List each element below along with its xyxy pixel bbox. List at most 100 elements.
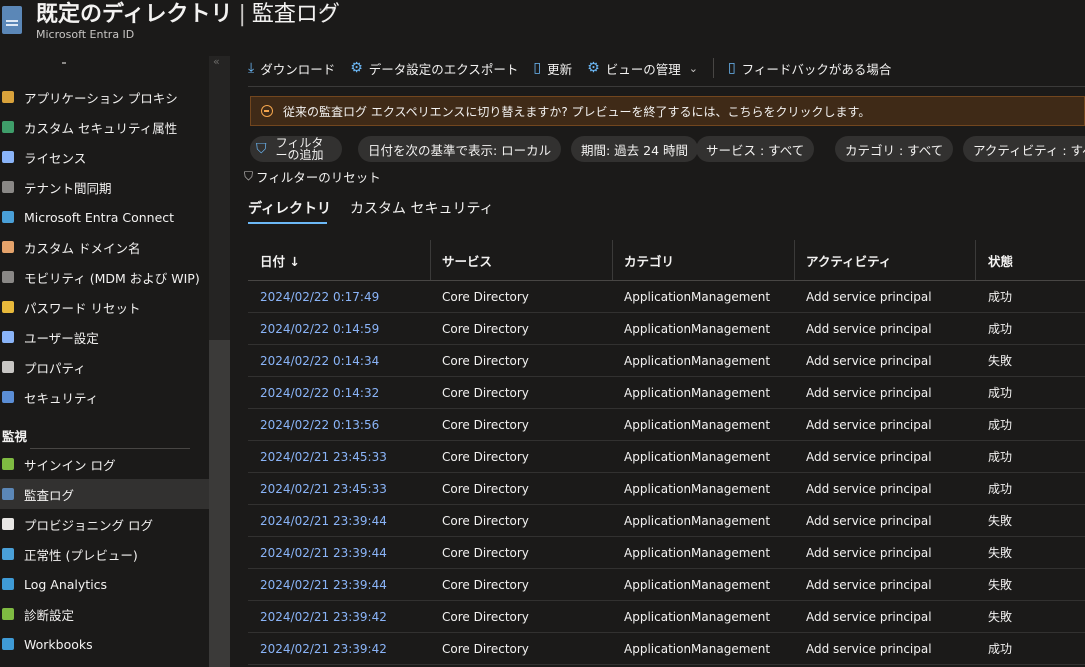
cell-activity: Add service principal [806, 417, 932, 432]
collapse-sidebar-button[interactable]: « [213, 55, 220, 68]
feedback-icon: ▯ [727, 60, 736, 76]
manage-view-label: ビューの管理 [605, 61, 681, 77]
sidebar-item-label: プロビジョニング ログ [24, 517, 153, 533]
add-filter-button[interactable]: ⛉ フィルターの追加 [250, 136, 342, 162]
sidebar-item[interactable]: プロパティ [0, 352, 209, 382]
security-icon [2, 391, 14, 403]
cell-date[interactable]: 2024/02/21 23:45:33 [260, 473, 387, 504]
sidebar-item[interactable]: ユーザー設定 [0, 322, 209, 352]
activity-filter[interactable]: アクティビティ : すべて [963, 136, 1085, 162]
table-row[interactable]: 2024/02/22 0:14:34 Core Directory Applicat… [248, 345, 1085, 377]
cell-status: 失敗 [988, 546, 1013, 560]
category-filter[interactable]: カテゴリ : すべて [835, 136, 954, 162]
service-filter[interactable]: サービス : すべて [696, 136, 815, 162]
sidebar-item-label: 診断設定 [24, 607, 75, 623]
refresh-button[interactable]: ▯ 更新 [533, 59, 572, 78]
reset-filters-button[interactable]: ⛉ フィルターのリセット [244, 167, 381, 186]
sidebar-item[interactable]: サインイン ログ [0, 449, 209, 479]
sidebar-item[interactable]: セキュリティ [0, 382, 209, 412]
add-filter-label: フィルターの追加 [275, 136, 324, 162]
audit-log-page-icon [2, 6, 22, 34]
warning-icon [261, 105, 273, 117]
period-filter[interactable]: 期間: 過去 24 時間 [571, 136, 699, 162]
column-resize-handle[interactable] [975, 240, 976, 280]
cell-date[interactable]: 2024/02/22 0:13:56 [260, 409, 379, 440]
cell-date[interactable]: 2024/02/21 23:39:44 [260, 505, 387, 536]
table-row[interactable]: 2024/02/22 0:17:49 Core Directory Applicat… [248, 281, 1085, 313]
download-button[interactable]: ⤓ ダウンロード [248, 59, 335, 78]
table-row[interactable]: 2024/02/22 0:14:59 Core Directory Applicat… [248, 313, 1085, 345]
column-header-service[interactable]: サービス [442, 240, 492, 280]
app-proxy-icon [2, 91, 14, 103]
table-row[interactable]: 2024/02/21 23:39:42 Core Directory Applica… [248, 633, 1085, 665]
cell-date[interactable]: 2024/02/21 23:39:42 [260, 633, 387, 664]
table-row[interactable]: 2024/02/21 23:39:44 Core Directory Applica… [248, 569, 1085, 601]
cell-date[interactable]: 2024/02/22 0:14:32 [260, 377, 379, 408]
sidebar-section-monitoring: 監視 [2, 429, 28, 444]
sidebar-item[interactable]: 監査ログ [0, 479, 209, 509]
preview-banner[interactable]: 従来の監査ログ エクスペリエンスに切り替えますか? プレビューを終了するには、こ… [250, 96, 1085, 126]
cell-service: Core Directory [442, 353, 529, 368]
cell-status: 失敗 [988, 514, 1013, 528]
sidebar-item[interactable]: カスタム ドメイン名 [0, 232, 209, 262]
page-header: 既定のディレクトリ | 監査ログ ··· Microsoft Entra ID [0, 0, 1085, 44]
table-row[interactable]: 2024/02/22 0:13:56 Core Directory Applicat… [248, 409, 1085, 441]
table-row[interactable]: 2024/02/22 0:14:32 Core Directory Applicat… [248, 377, 1085, 409]
cell-date[interactable]: 2024/02/21 23:39:44 [260, 537, 387, 568]
sidebar-scrollbar-thumb[interactable] [209, 340, 230, 667]
feedback-button[interactable]: ▯ フィードバックがある場合 [728, 59, 891, 78]
column-header-activity[interactable]: アクティビティ [806, 240, 891, 280]
column-resize-handle[interactable] [794, 240, 795, 280]
sidebar-item[interactable]: カスタム セキュリティ属性 [0, 112, 209, 142]
sidebar-item[interactable]: 正常性 (プレビュー) [0, 539, 209, 569]
table-row[interactable]: 2024/02/21 23:45:33 Core Directory Applica… [248, 473, 1085, 505]
column-header-date[interactable]: 日付 ↓ [260, 240, 300, 280]
banner-text[interactable]: 従来の監査ログ エクスペリエンスに切り替えますか? プレビューを終了するには、こ… [283, 103, 870, 120]
column-header-category[interactable]: カテゴリ [624, 240, 674, 280]
custom-attributes-icon [2, 121, 14, 133]
cell-date[interactable]: 2024/02/21 23:39:42 [260, 601, 387, 632]
chevron-down-icon: ⌄ [688, 61, 698, 75]
sidebar-item[interactable]: アプリケーション プロキシ [0, 82, 209, 112]
tab-custom-security[interactable]: カスタム セキュリティ [350, 198, 494, 218]
sidebar-item[interactable]: Log Analytics [0, 569, 209, 599]
cell-status: 成功 [988, 482, 1013, 496]
cell-activity: Add service principal [806, 289, 932, 304]
tab-bar: ディレクトリ カスタム セキュリティ [248, 198, 848, 226]
sidebar-item[interactable]: 診断設定 [0, 599, 209, 629]
cell-date[interactable]: 2024/02/21 23:39:44 [260, 569, 387, 600]
sidebar-item-label: 監査ログ [24, 487, 75, 503]
export-data-settings-button[interactable]: ⚙ データ設定のエクスポート [350, 59, 518, 78]
export-label: データ設定のエクスポート [368, 61, 519, 77]
cell-activity: Add service principal [806, 385, 932, 400]
cell-date[interactable]: 2024/02/22 0:14:34 [260, 345, 379, 376]
cell-date[interactable]: 2024/02/22 0:14:59 [260, 313, 379, 344]
cell-date[interactable]: 2024/02/21 23:45:33 [260, 441, 387, 472]
table-row[interactable]: 2024/02/21 23:39:44 Core Directory Applica… [248, 537, 1085, 569]
column-resize-handle[interactable] [430, 240, 431, 280]
gear-icon: ⚙ [350, 60, 363, 76]
sidebar-item[interactable]: モビリティ (MDM および WIP) [0, 262, 209, 292]
sidebar-item-label: Microsoft Entra Connect [24, 209, 175, 225]
sidebar-item[interactable]: プロビジョニング ログ [0, 509, 209, 539]
sidebar-item[interactable]: テナント間同期 [0, 172, 209, 202]
table-row[interactable]: 2024/02/21 23:39:44 Core Directory Applica… [248, 505, 1085, 537]
sidebar-item[interactable]: ライセンス [0, 142, 209, 172]
audit-log-table: 日付 ↓ サービス カテゴリ アクティビティ 状態 2024/02/22 0:1… [248, 240, 1085, 665]
cell-category: ApplicationManagement [624, 609, 771, 624]
sidebar-item[interactable]: Microsoft Entra Connect [0, 202, 209, 232]
table-row[interactable]: 2024/02/21 23:39:42 Core Directory Applica… [248, 601, 1085, 633]
tab-directory[interactable]: ディレクトリ [248, 198, 331, 218]
column-header-status[interactable]: 状態 [988, 240, 1013, 280]
table-row[interactable]: 2024/02/21 23:45:33 Core Directory Applica… [248, 441, 1085, 473]
sidebar-item[interactable]: Workbooks [0, 629, 209, 659]
cell-date[interactable]: 2024/02/22 0:17:49 [260, 281, 379, 312]
toolbar-divider-line [248, 86, 1085, 87]
cell-service: Core Directory [442, 289, 529, 304]
more-options-button[interactable]: ··· [318, 0, 336, 19]
sidebar-item[interactable]: パスワード リセット [0, 292, 209, 322]
manage-view-button[interactable]: ⚙ ビューの管理 ⌄ [587, 59, 698, 78]
cell-activity: Add service principal [806, 609, 932, 624]
date-display-filter[interactable]: 日付を次の基準で表示: ローカル [358, 136, 562, 162]
column-resize-handle[interactable] [612, 240, 613, 280]
